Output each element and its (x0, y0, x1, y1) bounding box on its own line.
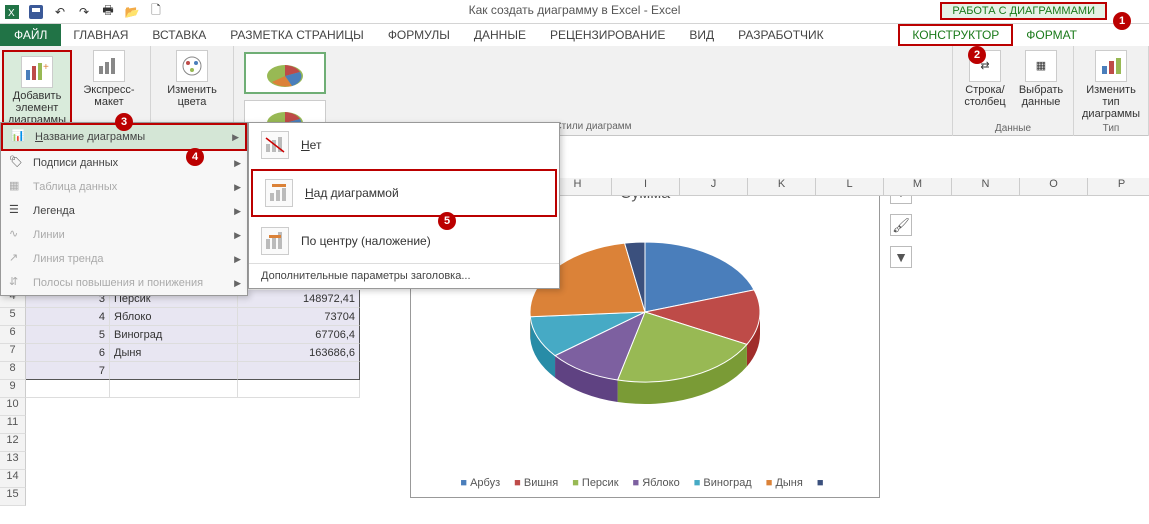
redo-icon[interactable]: ↷ (76, 4, 92, 20)
tab-insert[interactable]: ВСТАВКА (140, 24, 218, 46)
print-icon[interactable]: 🖶 (100, 4, 116, 20)
centered-icon (261, 227, 289, 255)
trendline-icon: ↗ (9, 251, 25, 267)
legend-item-4[interactable]: Виноград (694, 477, 752, 489)
callout-2: 2 (968, 46, 986, 64)
tab-file[interactable]: ФАЙЛ (0, 24, 61, 46)
title-above-chart[interactable]: Над диаграммой (251, 169, 557, 217)
legend-item-0[interactable]: Арбуз (460, 477, 500, 489)
tab-developer[interactable]: РАЗРАБОТЧИК (726, 24, 836, 46)
menu-data-labels[interactable]: 🏷 Подписи данных▶ (1, 151, 247, 175)
above-icon (265, 179, 293, 207)
change-type-icon (1095, 50, 1127, 82)
tab-page-layout[interactable]: РАЗМЕТКА СТРАНИЦЫ (218, 24, 376, 46)
chart-legend[interactable]: Арбуз Вишня Персик Яблоко Виноград Дыня (411, 477, 879, 489)
change-colors-icon (176, 50, 208, 82)
new-icon[interactable]: 🗋 (148, 4, 164, 20)
chart-tools-contextual-tab[interactable]: РАБОТА С ДИАГРАММАМИ (940, 2, 1107, 20)
menu-legend[interactable]: ☰ Легенда▶ (1, 199, 247, 223)
excel-icon: X (4, 4, 20, 20)
legend-item-2[interactable]: Персик (572, 477, 618, 489)
tab-formulas[interactable]: ФОРМУЛЫ (376, 24, 462, 46)
save-icon[interactable] (28, 4, 44, 20)
svg-text:X: X (8, 8, 15, 19)
legend-icon: ☰ (9, 203, 25, 219)
callout-3: 3 (115, 113, 133, 131)
tab-home[interactable]: ГЛАВНАЯ (61, 24, 140, 46)
chart-filters-button[interactable]: ▼ (890, 246, 912, 268)
chart-title-icon: 📊 (11, 129, 27, 145)
column-headers: HIJKLMNOP (544, 178, 1149, 196)
select-data-button[interactable]: ▦ Выбрать данные (1015, 50, 1067, 108)
data-labels-icon: 🏷 (9, 155, 25, 171)
express-layout-button[interactable]: Экспресс-макет (74, 50, 144, 132)
tab-format[interactable]: ФОРМАТ (1014, 24, 1089, 46)
add-chart-element-button[interactable]: + Добавить элемент диаграммы (2, 50, 72, 132)
add-element-label: Добавить элемент диаграммы (8, 90, 66, 126)
callout-5: 5 (438, 212, 456, 230)
change-colors-button[interactable]: Изменить цвета (157, 50, 227, 108)
express-layout-icon (93, 50, 125, 82)
updown-icon: ⇵ (9, 275, 25, 291)
undo-icon[interactable]: ↶ (52, 4, 68, 20)
legend-item-3[interactable]: Яблоко (633, 477, 680, 489)
row-headers: 456789101112131415 (0, 290, 26, 506)
legend-item-5[interactable]: Дыня (766, 477, 803, 489)
menu-trendline: ↗ Линия тренда▶ (1, 247, 247, 271)
svg-text:+: + (43, 62, 49, 73)
change-chart-type-button[interactable]: Изменить тип диаграммы (1080, 50, 1142, 120)
callout-4: 4 (186, 148, 204, 166)
menu-data-table: ▦ Таблица данных▶ (1, 175, 247, 199)
menu-up-down-bars: ⇵ Полосы повышения и понижения▶ (1, 271, 247, 295)
change-colors-label: Изменить цвета (157, 84, 227, 108)
none-icon (261, 131, 289, 159)
lines-icon: ∿ (9, 227, 25, 243)
express-layout-label: Экспресс-макет (74, 84, 144, 108)
legend-item-1[interactable]: Вишня (514, 477, 558, 489)
worksheet-cells[interactable]: 3Персик148972,414Яблоко737045Виноград677… (26, 290, 360, 398)
tab-view[interactable]: ВИД (677, 24, 726, 46)
tab-data[interactable]: ДАННЫЕ (462, 24, 538, 46)
add-element-icon: + (21, 56, 53, 88)
tab-design[interactable]: КОНСТРУКТОР (898, 24, 1013, 46)
title-centered-overlay[interactable]: По центру (наложение) (249, 219, 559, 263)
ribbon-tabs: ФАЙЛ ГЛАВНАЯ ВСТАВКА РАЗМЕТКА СТРАНИЦЫ Ф… (0, 24, 1149, 46)
tab-review[interactable]: РЕЦЕНЗИРОВАНИЕ (538, 24, 677, 46)
menu-lines: ∿ Линии▶ (1, 223, 247, 247)
open-icon[interactable]: 📂 (124, 4, 140, 20)
title-more-options[interactable]: Дополнительные параметры заголовка... (249, 263, 559, 288)
callout-1: 1 (1113, 12, 1131, 30)
title-none[interactable]: Нет (249, 123, 559, 167)
add-element-menu: 📊 Название диаграммы ▶ 🏷 Подписи данных▶… (0, 122, 248, 296)
data-table-icon: ▦ (9, 179, 25, 195)
chart-title-submenu: Нет Над диаграммой По центру (наложение)… (248, 122, 560, 289)
chart-styles-button[interactable]: 🖌 (890, 214, 912, 236)
chart-style-1[interactable] (244, 52, 326, 94)
select-data-icon: ▦ (1025, 50, 1057, 82)
